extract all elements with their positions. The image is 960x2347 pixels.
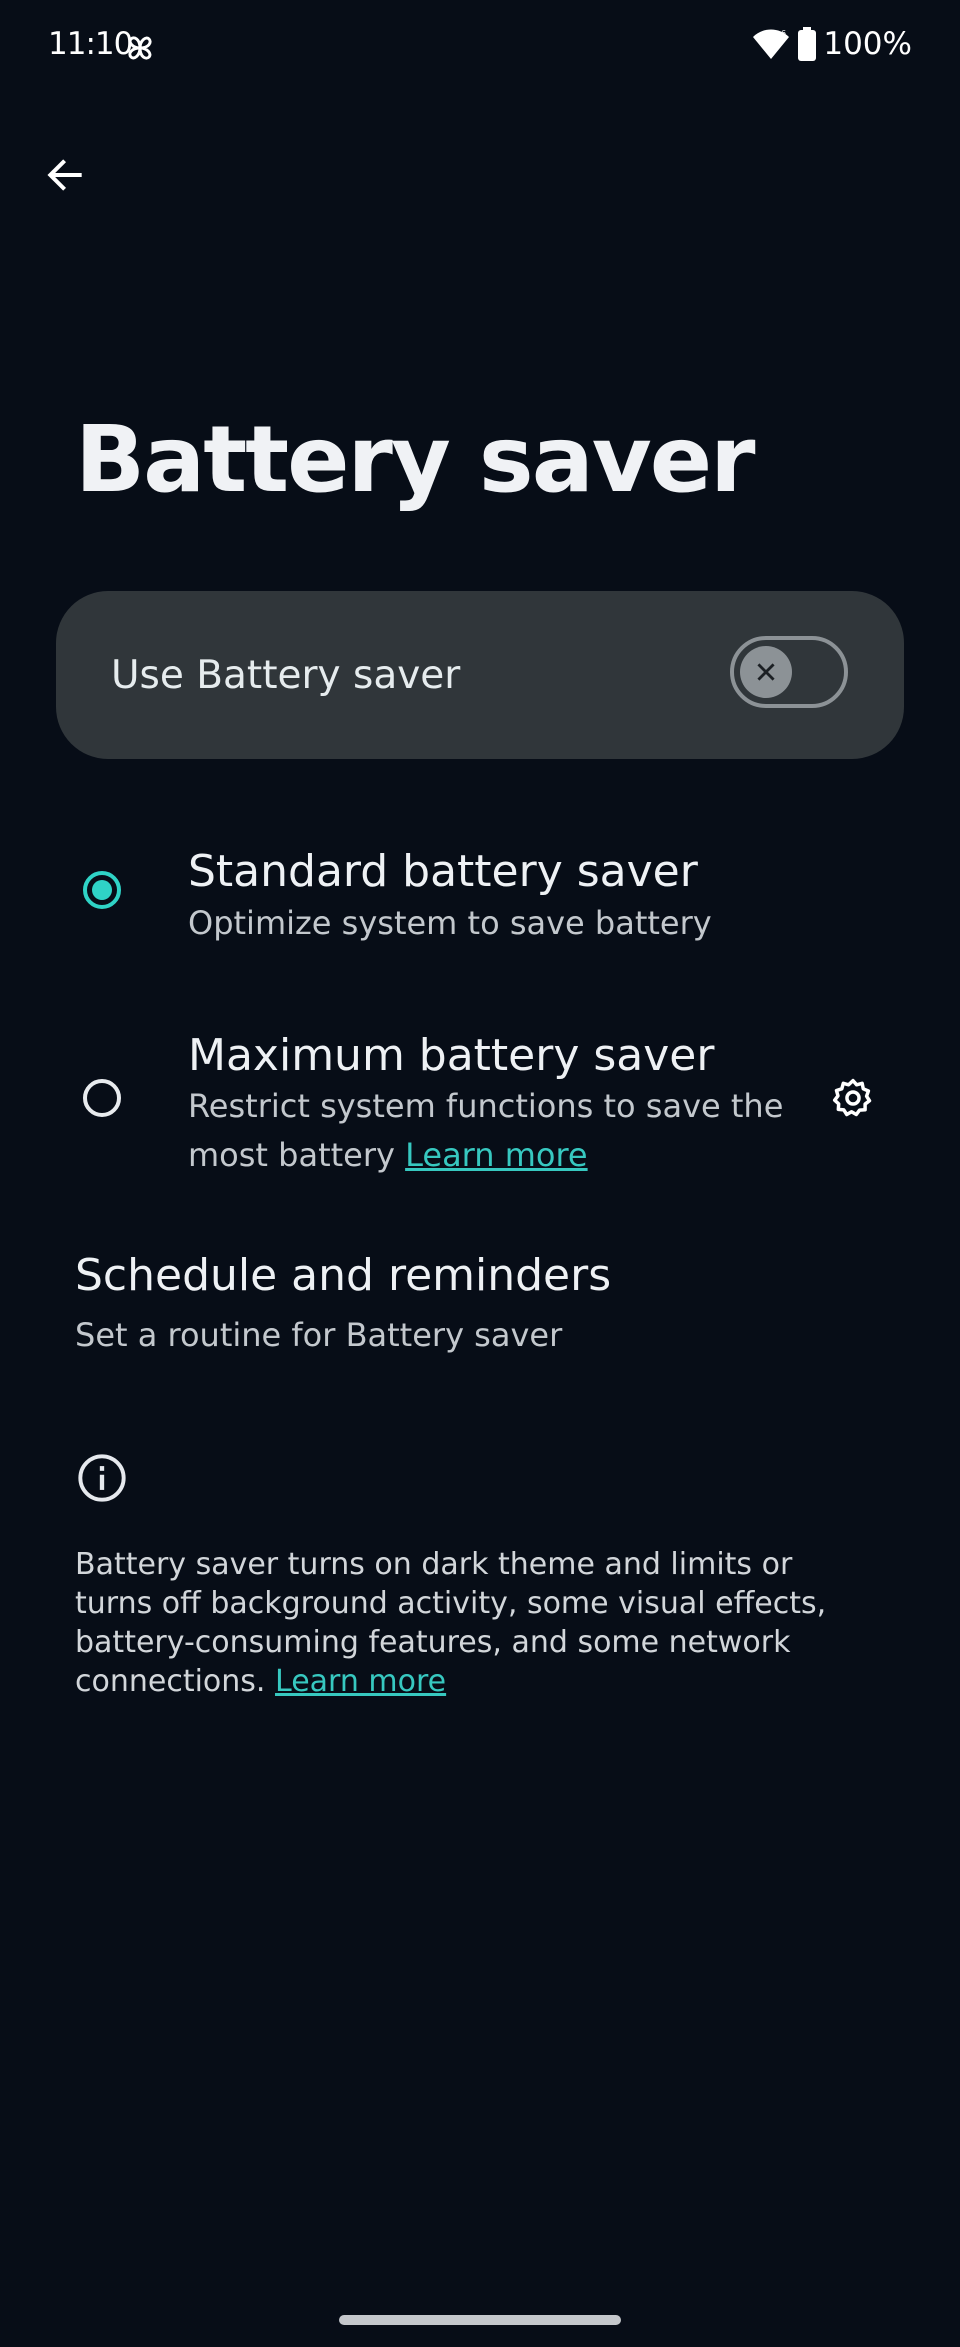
standard-radio[interactable] — [83, 871, 121, 909]
arrow-back-icon — [47, 159, 82, 191]
maximum-learn-more-link[interactable]: Learn more — [405, 1136, 588, 1174]
use-battery-saver-label: Use Battery saver — [111, 653, 461, 698]
close-icon — [757, 663, 775, 681]
battery-saver-toggle[interactable] — [730, 636, 848, 708]
battery-full-icon — [798, 27, 817, 61]
maximum-summary: Restrict system functions to save the mo… — [188, 1082, 788, 1180]
standard-summary: Optimize system to save battery — [188, 904, 712, 942]
toggle-thumb — [740, 646, 792, 698]
page-title: Battery saver — [75, 406, 756, 513]
footer-learn-more-link[interactable]: Learn more — [275, 1664, 446, 1699]
maximum-settings-button[interactable] — [826, 1071, 880, 1125]
fan-icon — [128, 36, 152, 60]
navigation-handle[interactable] — [339, 2315, 621, 2325]
footer-description: Battery saver turns on dark theme and li… — [75, 1545, 875, 1701]
maximum-battery-saver-option[interactable]: Maximum battery saver Restrict system fu… — [0, 1022, 960, 1182]
status-time: 11:10 — [48, 26, 133, 62]
info-icon — [78, 1454, 126, 1502]
standard-title: Standard battery saver — [188, 846, 698, 897]
status-bar: 11:10 6 100% — [0, 0, 960, 96]
status-right: 6 100% — [751, 26, 912, 62]
gear-icon — [832, 1078, 872, 1117]
battery-percent: 100% — [823, 26, 912, 62]
schedule-summary: Set a routine for Battery saver — [75, 1316, 563, 1354]
maximum-radio[interactable] — [83, 1079, 121, 1117]
wifi-icon: 6 — [753, 29, 790, 59]
radio-dot — [92, 880, 112, 900]
schedule-and-reminders-item[interactable]: Schedule and reminders Set a routine for… — [0, 1250, 960, 1380]
maximum-title: Maximum battery saver — [188, 1030, 715, 1081]
standard-battery-saver-option[interactable]: Standard battery saver Optimize system t… — [0, 838, 960, 968]
schedule-title: Schedule and reminders — [75, 1250, 612, 1301]
use-battery-saver-card[interactable]: Use Battery saver — [56, 591, 904, 759]
svg-text:6: 6 — [781, 29, 786, 38]
footer-text: Battery saver turns on dark theme and li… — [75, 1547, 827, 1699]
back-button[interactable] — [30, 140, 100, 210]
